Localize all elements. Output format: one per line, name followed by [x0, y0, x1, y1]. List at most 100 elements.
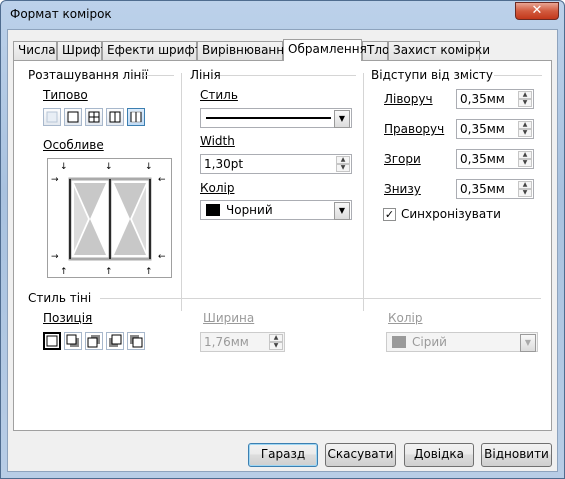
- svg-text:→: →: [51, 252, 59, 262]
- spacing-top-label: Згори: [384, 152, 421, 166]
- shadow-bottom-right-icon: [66, 334, 79, 347]
- preset-none-button[interactable]: [43, 108, 61, 126]
- separator: [494, 75, 542, 76]
- chevron-down-icon[interactable]: ▼: [334, 202, 350, 220]
- line-style-dropdown[interactable]: ▼: [200, 108, 352, 128]
- close-button[interactable]: ✕: [515, 2, 559, 20]
- reset-button[interactable]: Відновити: [481, 443, 552, 467]
- spin-buttons[interactable]: ▲ ▼: [269, 334, 283, 350]
- tab-cell-protection[interactable]: Захист комірки: [388, 41, 490, 60]
- tab-numbers[interactable]: Числа: [13, 41, 57, 60]
- svg-text:←: ←: [158, 175, 166, 185]
- spacing-bottom-field[interactable]: 0,35мм ▲ ▼: [456, 179, 534, 199]
- spacing-left-label: Ліворуч: [384, 92, 433, 106]
- line-width-field[interactable]: 1,30pt ▲ ▼: [200, 154, 352, 174]
- shadow-bottom-left-button[interactable]: [106, 332, 124, 350]
- preset-none-icon: [46, 111, 58, 123]
- separator: [143, 75, 174, 76]
- shadow-width-label: Ширина: [203, 311, 255, 325]
- spin-up-icon[interactable]: ▲: [269, 334, 283, 342]
- shadow-color-dropdown[interactable]: Сірий ▼: [386, 332, 538, 352]
- svg-text:↑: ↑: [60, 267, 68, 277]
- tab-font-effects[interactable]: Ефекти шрифту: [102, 41, 209, 60]
- spacing-title: Відступи від змісту: [371, 68, 493, 82]
- shadow-none-icon: [46, 335, 58, 347]
- svg-text:↓: ↓: [60, 162, 68, 172]
- spin-buttons[interactable]: ▲ ▼: [518, 151, 532, 167]
- line-color-label: Колір: [200, 181, 235, 195]
- spin-down-icon[interactable]: ▼: [518, 99, 532, 107]
- separator: [181, 73, 182, 311]
- shadow-top-left-button[interactable]: [127, 332, 145, 350]
- line-style-label: Стиль: [200, 88, 238, 102]
- spin-buttons[interactable]: ▲ ▼: [518, 91, 532, 107]
- preset-vertical-icon: [130, 111, 142, 123]
- shadow-top-right-button[interactable]: [85, 332, 103, 350]
- spin-up-icon[interactable]: ▲: [518, 91, 532, 99]
- spin-down-icon[interactable]: ▼: [518, 159, 532, 167]
- preset-outer-vertical-icon: [109, 111, 121, 123]
- line-color-swatch: [206, 204, 220, 216]
- spin-up-icon[interactable]: ▲: [518, 181, 532, 189]
- spacing-top-field[interactable]: 0,35мм ▲ ▼: [456, 149, 534, 169]
- preset-outer-vertical-button[interactable]: [106, 108, 124, 126]
- line-color-value: Чорний: [226, 203, 273, 217]
- tab-font[interactable]: Шрифт: [57, 41, 108, 60]
- line-title: Лінія: [190, 68, 221, 82]
- line-arrangement-title: Розташування лінії: [28, 68, 149, 82]
- chevron-down-icon[interactable]: ▼: [334, 110, 350, 128]
- dialog-client-area: Числа Шрифт Ефекти шрифту Вирівнювання О…: [7, 29, 558, 472]
- spin-down-icon[interactable]: ▼: [336, 164, 350, 172]
- line-width-value: 1,30pt: [204, 157, 244, 171]
- chevron-down-icon[interactable]: ▼: [520, 334, 536, 352]
- spin-down-icon[interactable]: ▼: [269, 342, 283, 350]
- shadow-bottom-left-icon: [109, 334, 122, 347]
- shadow-bottom-right-button[interactable]: [64, 332, 82, 350]
- shadow-none-button[interactable]: [43, 332, 61, 350]
- svg-text:↓: ↓: [145, 162, 153, 172]
- line-color-dropdown[interactable]: Чорний ▼: [200, 200, 352, 220]
- borders-panel: Розташування лінії Типово Особливе ↓ ↓ ↓…: [13, 60, 552, 431]
- border-preview-graphic: ↓ ↓ ↓ ↑ ↑ ↑ → → ← ←: [51, 162, 166, 277]
- svg-text:↑: ↑: [145, 267, 153, 277]
- shadow-width-field[interactable]: 1,76мм ▲ ▼: [200, 332, 285, 352]
- separator: [363, 73, 364, 311]
- spin-buttons[interactable]: ▲ ▼: [518, 181, 532, 197]
- sync-label: Синхронізувати: [401, 207, 501, 221]
- spacing-right-value: 0,35мм: [460, 122, 505, 136]
- svg-text:→: →: [51, 175, 59, 185]
- shadow-top-right-icon: [87, 335, 100, 348]
- shadow-width-value: 1,76мм: [204, 335, 249, 349]
- spacing-right-label: Праворуч: [384, 122, 445, 136]
- preset-outer-button[interactable]: [64, 108, 82, 126]
- border-preview[interactable]: ↓ ↓ ↓ ↑ ↑ ↑ → → ← ←: [47, 158, 172, 278]
- ok-button[interactable]: Гаразд: [248, 443, 318, 467]
- preset-all-button[interactable]: [85, 108, 103, 126]
- shadow-position-label: Позиція: [43, 311, 93, 325]
- shadow-title: Стиль тіні: [28, 291, 92, 305]
- spin-down-icon[interactable]: ▼: [518, 189, 532, 197]
- spin-up-icon[interactable]: ▲: [336, 156, 350, 164]
- tab-borders[interactable]: Обрамлення: [283, 39, 367, 61]
- tab-alignment[interactable]: Вирівнювання: [197, 41, 291, 60]
- spin-down-icon[interactable]: ▼: [518, 129, 532, 137]
- separator: [220, 75, 356, 76]
- spacing-right-field[interactable]: 0,35мм ▲ ▼: [456, 119, 534, 139]
- spin-up-icon[interactable]: ▲: [518, 121, 532, 129]
- dialog-window: Формат комірок ✕ Числа Шрифт Ефекти шриф…: [0, 0, 565, 479]
- spacing-bottom-label: Знизу: [384, 182, 421, 196]
- sync-checkbox[interactable]: ✓: [383, 208, 396, 221]
- shadow-color-swatch: [392, 336, 406, 348]
- shadow-color-value: Сірий: [412, 335, 447, 349]
- spin-up-icon[interactable]: ▲: [518, 151, 532, 159]
- shadow-top-left-icon: [130, 335, 143, 348]
- cancel-button[interactable]: Скасувати: [325, 443, 396, 467]
- help-button[interactable]: Довідка: [404, 443, 474, 467]
- preset-vertical-button[interactable]: [127, 108, 145, 126]
- custom-label: Особливе: [43, 138, 104, 152]
- spin-buttons[interactable]: ▲ ▼: [518, 121, 532, 137]
- spin-buttons[interactable]: ▲ ▼: [336, 156, 350, 172]
- title-bar[interactable]: Формат комірок ✕: [1, 1, 564, 29]
- spacing-left-field[interactable]: 0,35мм ▲ ▼: [456, 89, 534, 109]
- line-width-label: Width: [200, 134, 235, 148]
